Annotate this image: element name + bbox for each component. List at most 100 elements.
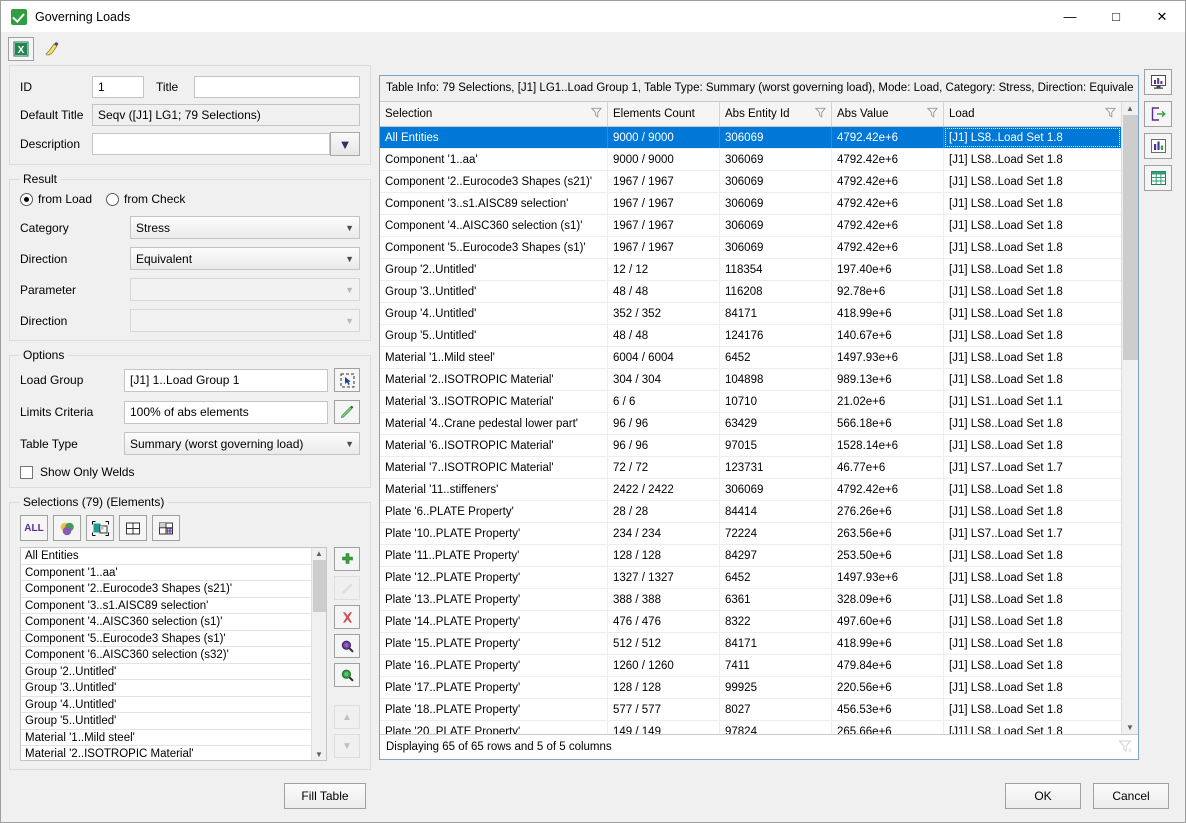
title-input[interactable] — [194, 76, 360, 98]
table-row[interactable]: Material '2..ISOTROPIC Material'304 / 30… — [380, 369, 1121, 391]
table-row[interactable]: Plate '20..PLATE Property'149 / 14997824… — [380, 721, 1121, 734]
ok-button[interactable]: OK — [1005, 783, 1081, 809]
column-header[interactable]: Load — [944, 102, 1121, 126]
load-group-input[interactable]: [J1] 1..Load Group 1 — [124, 369, 328, 392]
filter-icon[interactable] — [1105, 107, 1116, 121]
table-row[interactable]: Component '5..Eurocode3 Shapes (s1)'1967… — [380, 237, 1121, 259]
radio-from-check[interactable]: from Check — [106, 192, 185, 206]
table-row[interactable]: Group '4..Untitled'352 / 35284171418.99e… — [380, 303, 1121, 325]
grid-scrollbar[interactable]: ▲ ▼ — [1121, 102, 1138, 734]
show-only-welds-checkbox[interactable] — [20, 466, 33, 479]
table-row[interactable]: All Entities9000 / 90003060694792.42e+6[… — [380, 127, 1121, 149]
table-cell: 306069 — [720, 479, 832, 500]
table-row[interactable]: Group '5..Untitled'48 / 48124176140.67e+… — [380, 325, 1121, 347]
edit-criteria-icon[interactable] — [334, 400, 360, 424]
list-item[interactable]: Component '3..s1.AISC89 selection' — [21, 598, 311, 615]
list-item[interactable]: Component '1..aa' — [21, 565, 311, 582]
category-select[interactable]: Stress ▼ — [130, 216, 360, 239]
list-item[interactable]: Group '5..Untitled' — [21, 713, 311, 730]
filter-icon[interactable] — [927, 107, 938, 121]
filter-icon[interactable] — [591, 107, 602, 121]
table-cell: 128 / 128 — [608, 677, 720, 698]
table-row[interactable]: Material '1..Mild steel'6004 / 600464521… — [380, 347, 1121, 369]
pick-load-group-icon[interactable] — [334, 368, 360, 392]
table-row[interactable]: Plate '12..PLATE Property'1327 / 1327645… — [380, 567, 1121, 589]
table-row[interactable]: Plate '11..PLATE Property'128 / 12884297… — [380, 545, 1121, 567]
table-row[interactable]: Plate '10..PLATE Property'234 / 23472224… — [380, 523, 1121, 545]
table-row[interactable]: Material '11..stiffeners'2422 / 24223060… — [380, 479, 1121, 501]
column-header[interactable]: Selection — [380, 102, 608, 126]
list-item[interactable]: Component '2..Eurocode3 Shapes (s21)' — [21, 581, 311, 598]
list-item[interactable]: Group '4..Untitled' — [21, 697, 311, 714]
cancel-button[interactable]: Cancel — [1093, 783, 1169, 809]
all-entities-button[interactable]: ALL — [20, 515, 48, 541]
locate-selection-button[interactable] — [334, 663, 360, 687]
clear-filter-icon[interactable]: x — [1118, 739, 1132, 756]
minimize-button[interactable]: — — [1047, 1, 1093, 32]
chevron-down-icon[interactable]: ▼ — [1126, 721, 1134, 734]
table-row[interactable]: Component '2..Eurocode3 Shapes (s21)'196… — [380, 171, 1121, 193]
chevron-down-icon[interactable]: ▼ — [315, 750, 323, 759]
list-item[interactable]: Group '3..Untitled' — [21, 680, 311, 697]
table-row[interactable]: Plate '16..PLATE Property'1260 / 1260741… — [380, 655, 1121, 677]
description-input[interactable] — [92, 133, 330, 155]
table-row[interactable]: Group '2..Untitled'12 / 12118354197.40e+… — [380, 259, 1121, 281]
table-row[interactable]: Plate '17..PLATE Property'128 / 12899925… — [380, 677, 1121, 699]
selections-listbox[interactable]: All EntitiesComponent '1..aa'Component '… — [20, 547, 327, 761]
table-cell: Material '2..ISOTROPIC Material' — [380, 369, 608, 390]
id-input[interactable]: 1 — [92, 76, 144, 98]
table-row[interactable]: Material '3..ISOTROPIC Material'6 / 6107… — [380, 391, 1121, 413]
column-header[interactable]: Elements Count — [608, 102, 720, 126]
table-row[interactable]: Material '6..ISOTROPIC Material'96 / 969… — [380, 435, 1121, 457]
highlighter-icon[interactable] — [39, 37, 65, 61]
properties-button[interactable] — [119, 515, 147, 541]
close-button[interactable]: ✕ — [1139, 1, 1185, 32]
description-dropdown-chevron-icon[interactable]: ▼ — [330, 132, 360, 156]
limits-criteria-input[interactable]: 100% of abs elements — [124, 401, 328, 424]
chevron-up-icon[interactable]: ▲ — [315, 549, 323, 558]
direction-select[interactable]: Equivalent ▼ — [130, 247, 360, 270]
column-header[interactable]: Abs Entity Id — [720, 102, 832, 126]
table-row[interactable]: Component '4..AISC360 selection (s1)'196… — [380, 215, 1121, 237]
table-row[interactable]: Plate '18..PLATE Property'577 / 57780274… — [380, 699, 1121, 721]
table-row[interactable]: Plate '14..PLATE Property'476 / 47683224… — [380, 611, 1121, 633]
show-on-screen-button[interactable] — [1144, 69, 1172, 95]
chart-button[interactable] — [1144, 133, 1172, 159]
list-item[interactable]: Material '2..ISOTROPIC Material' — [21, 746, 311, 760]
scrollbar-thumb[interactable] — [1123, 115, 1138, 360]
export-button[interactable] — [1144, 101, 1172, 127]
groups-button[interactable] — [86, 515, 114, 541]
list-item[interactable]: Component '5..Eurocode3 Shapes (s1)' — [21, 631, 311, 648]
table-row[interactable]: Material '4..Crane pedestal lower part'9… — [380, 413, 1121, 435]
maximize-button[interactable]: □ — [1093, 1, 1139, 32]
add-selection-button[interactable] — [334, 547, 360, 571]
fill-table-button[interactable]: Fill Table — [284, 783, 366, 809]
show-only-welds-row[interactable]: Show Only Welds — [20, 465, 360, 479]
list-item[interactable]: Component '6..AISC360 selection (s32)' — [21, 647, 311, 664]
export-excel-icon[interactable]: X — [8, 37, 34, 61]
column-header[interactable]: Abs Value — [832, 102, 944, 126]
table-row[interactable]: Plate '6..PLATE Property'28 / 2884414276… — [380, 501, 1121, 523]
table-cell: 388 / 388 — [608, 589, 720, 610]
list-item[interactable]: Component '4..AISC360 selection (s1)' — [21, 614, 311, 631]
table-row[interactable]: Component '3..s1.AISC89 selection'1967 /… — [380, 193, 1121, 215]
table-row[interactable]: Plate '15..PLATE Property'512 / 51284171… — [380, 633, 1121, 655]
delete-selection-button[interactable] — [334, 605, 360, 629]
table-row[interactable]: Plate '13..PLATE Property'388 / 38863613… — [380, 589, 1121, 611]
table-row[interactable]: Material '7..ISOTROPIC Material'72 / 721… — [380, 457, 1121, 479]
list-item[interactable]: Material '1..Mild steel' — [21, 730, 311, 747]
materials-button[interactable] — [152, 515, 180, 541]
table-type-select[interactable]: Summary (worst governing load) ▼ — [124, 432, 360, 455]
components-button[interactable] — [53, 515, 81, 541]
table-button[interactable] — [1144, 165, 1172, 191]
filter-icon[interactable] — [815, 107, 826, 121]
list-item[interactable]: Group '2..Untitled' — [21, 664, 311, 681]
find-selection-button[interactable] — [334, 634, 360, 658]
radio-from-load[interactable]: from Load — [20, 192, 92, 206]
table-row[interactable]: Component '1..aa'9000 / 90003060694792.4… — [380, 149, 1121, 171]
scrollbar-thumb[interactable] — [313, 560, 326, 612]
list-item[interactable]: All Entities — [21, 548, 311, 565]
table-row[interactable]: Group '3..Untitled'48 / 4811620892.78e+6… — [380, 281, 1121, 303]
chevron-up-icon[interactable]: ▲ — [1126, 102, 1134, 115]
selections-scrollbar[interactable]: ▲ ▼ — [311, 548, 326, 760]
